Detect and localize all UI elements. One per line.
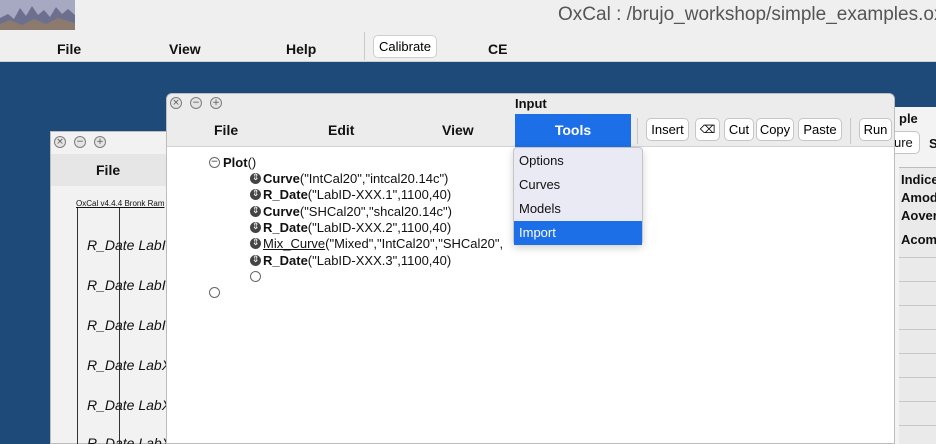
table-row [899,377,936,378]
tools-dropdown: Options Curves Models Import [513,147,643,245]
plot-caption: OxCal v4.4.4 Bronk Ram [76,199,165,208]
code-fn: Plot [223,155,248,170]
code-node[interactable]: Mix_Curve("Mixed","IntCal20","SHCal20", [263,236,503,251]
toolbar-divider [637,118,638,144]
move-handle-icon[interactable]: ⇕ [250,222,261,233]
delete-backward-button[interactable]: ⌫ [695,118,720,141]
input-window-title: Input [515,96,547,111]
table-row [899,401,936,402]
input-menu-view[interactable]: View [442,122,474,138]
code-node[interactable]: R_Date("LabID-XXX.2",1100,40) [263,220,451,235]
input-menubar: File Edit View Tools Insert ⌫ Cut Copy P… [167,114,894,147]
code-args: ("Mixed","IntCal20","SHCal20", [325,236,504,251]
input-menu-edit[interactable]: Edit [328,122,354,138]
paste-button[interactable]: Paste [798,118,842,141]
table-row [899,257,936,258]
calibrate-button[interactable]: Calibrate [373,35,437,58]
code-args: ("LabID-XXX.3",1100,40) [307,253,452,268]
table-row [899,353,936,354]
cut-button[interactable]: Cut [724,118,754,141]
input-menu-file[interactable]: File [214,122,238,138]
code-node[interactable]: R_Date("LabID-XXX.3",1100,40) [263,253,451,268]
move-handle-icon[interactable]: ⇕ [250,173,261,184]
plot-row-label: R_Date LabI [87,317,166,333]
minimize-icon[interactable]: − [74,136,86,148]
plot-axis [77,208,78,444]
move-handle-icon[interactable]: ⇕ [250,189,261,200]
code-args: ("LabID-XXX.2",1100,40) [307,220,452,235]
plot-row-label: R_Date LabI [87,277,166,293]
table-row [899,425,936,426]
code-args: ("LabID-XXX.1",1100,40) [307,187,452,202]
menu-help[interactable]: Help [286,41,316,57]
table-window-s: S [929,136,936,151]
tools-item-curves[interactable]: Curves [514,173,642,197]
plot-menu-file[interactable]: File [96,162,120,178]
plot-row-label: R_Date LabX [87,357,172,373]
plot-row-label: R_Date LabX [87,397,172,413]
table-row [899,281,936,282]
code-node[interactable]: Curve("IntCal20","intcal20.14c") [263,171,448,186]
code-node[interactable]: R_Date("LabID-XXX.1",1100,40) [263,187,451,202]
zoom-icon[interactable]: + [210,97,222,109]
tools-item-import[interactable]: Import [514,221,642,245]
menu-file[interactable]: File [57,41,81,57]
code-fn: Mix_Curve [263,236,326,251]
tools-item-models[interactable]: Models [514,197,642,221]
menu-view[interactable]: View [169,41,201,57]
code-node[interactable]: Curve("SHCal20","shcal20.14c") [263,204,452,219]
collapse-icon[interactable]: − [209,157,220,168]
table-window-title: ple [899,111,918,126]
code-args: () [247,155,257,170]
move-handle-icon[interactable]: ⇕ [250,238,261,249]
insert-button[interactable]: Insert [646,118,689,141]
table-row [899,329,936,330]
results-table-header: Indice Amod Aoverall Acomb [901,171,936,249]
header-aoverall: Aoverall [901,208,936,223]
table-row [899,305,936,306]
code-fn: Curve [263,171,300,186]
menu-ce[interactable]: CE [488,41,507,57]
header-amod: Amod [901,190,936,205]
plot-row-label: R_Date LabI [87,237,166,253]
run-button[interactable]: Run [859,118,892,141]
code-args: ("IntCal20","intcal20.14c") [299,171,449,186]
code-fn: Curve [263,204,300,219]
code-args: ("SHCal20","shcal20.14c") [299,204,452,219]
minimize-icon[interactable]: − [190,97,202,109]
toolbar-divider [850,118,851,144]
insert-point-icon[interactable] [250,271,261,282]
insert-point-icon[interactable] [209,287,220,298]
input-window: × − + Input File Edit View Tools Insert … [166,93,895,444]
close-icon[interactable]: × [170,97,182,109]
tools-item-options[interactable]: Options [514,149,642,173]
header-acomb: Acomb [901,232,936,247]
oxcal-logo [0,0,75,30]
code-fn: R_Date [263,220,308,235]
copy-button[interactable]: Copy [756,118,794,141]
code-fn: R_Date [263,253,308,268]
plot-row-label: R_Date LabX [87,435,172,444]
move-handle-icon[interactable]: ⇕ [250,255,261,266]
header-indice: Indice [901,172,936,187]
move-handle-icon[interactable]: ⇕ [250,206,261,217]
app-title: OxCal : /brujo_workshop/simple_examples.… [558,4,936,25]
app-menubar: OxCal : /brujo_workshop/simple_examples.… [0,0,936,62]
menu-divider [364,32,365,60]
input-menu-tools[interactable]: Tools [515,114,631,147]
zoom-icon[interactable]: + [94,136,106,148]
close-icon[interactable]: × [54,136,66,148]
code-fn: R_Date [263,187,308,202]
code-node-plot[interactable]: Plot() [223,155,256,170]
